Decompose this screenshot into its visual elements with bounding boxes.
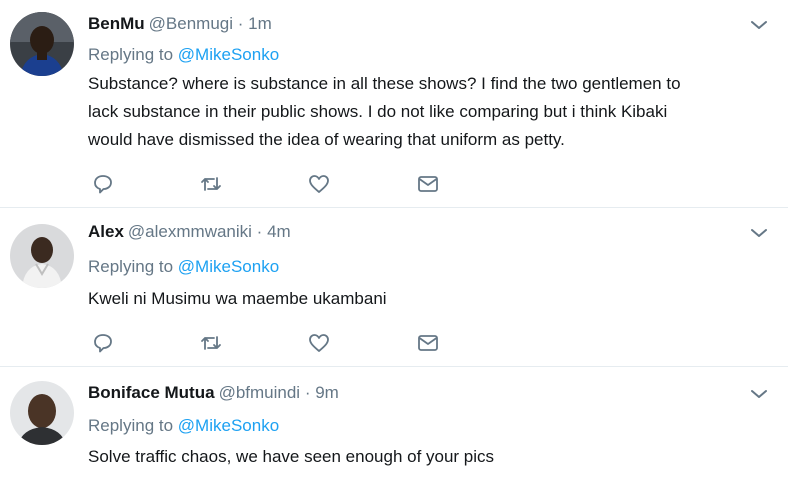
- tweet-text: Substance? where is substance in all the…: [88, 70, 768, 154]
- replying-label: Replying to: [88, 257, 174, 276]
- tweet-text-line: Solve traffic chaos, we have seen enough…: [88, 447, 495, 466]
- chevron-down-icon[interactable]: [750, 387, 768, 399]
- replying-label: Replying to: [88, 416, 174, 435]
- chevron-down-icon[interactable]: [750, 18, 768, 30]
- tweet[interactable]: Alex @alexmmwaniki · 4m Replying to @Mike…: [0, 208, 788, 367]
- tweet-text-line: Kweli ni Musimu wa maembe ukambani: [88, 289, 387, 308]
- tweet-text: Solve traffic chaos, we have seen enough…: [88, 443, 768, 471]
- replying-to: Replying to @MikeSonko: [88, 44, 279, 66]
- avatar[interactable]: [10, 381, 74, 445]
- reply-icon[interactable]: [91, 331, 115, 355]
- timestamp[interactable]: 9m: [315, 383, 339, 402]
- separator: ·: [237, 14, 244, 33]
- reply-icon[interactable]: [91, 172, 115, 196]
- user-handle[interactable]: @alexmmwaniki: [128, 222, 252, 241]
- like-icon[interactable]: [307, 331, 331, 355]
- display-name[interactable]: Boniface Mutua: [88, 383, 215, 402]
- tweet-text-line: would have dismissed the idea of wearing…: [88, 130, 565, 149]
- tweet[interactable]: Boniface Mutua @bfmuindi · 9m Replying to…: [0, 367, 788, 485]
- replying-to: Replying to @MikeSonko: [88, 415, 279, 437]
- mention-link[interactable]: @MikeSonko: [178, 45, 279, 64]
- separator: ·: [256, 222, 263, 241]
- tweet-header: BenMu @Benmugi · 1m: [88, 13, 272, 35]
- chevron-down-icon[interactable]: [750, 226, 768, 238]
- tweet[interactable]: BenMu @Benmugi · 1m Replying to @MikeSonk…: [0, 0, 788, 208]
- timestamp[interactable]: 4m: [267, 222, 291, 241]
- tweet-actions: [88, 331, 448, 355]
- retweet-icon[interactable]: [199, 331, 223, 355]
- retweet-icon[interactable]: [199, 172, 223, 196]
- avatar[interactable]: [10, 12, 74, 76]
- replying-label: Replying to: [88, 45, 174, 64]
- timestamp[interactable]: 1m: [248, 14, 272, 33]
- like-icon[interactable]: [307, 172, 331, 196]
- display-name[interactable]: BenMu: [88, 14, 145, 33]
- message-icon[interactable]: [416, 172, 440, 196]
- tweet-header: Alex @alexmmwaniki · 4m: [88, 221, 291, 243]
- message-icon[interactable]: [416, 331, 440, 355]
- user-handle[interactable]: @Benmugi: [149, 14, 233, 33]
- tweet-text: Kweli ni Musimu wa maembe ukambani: [88, 285, 768, 313]
- user-handle[interactable]: @bfmuindi: [219, 383, 301, 402]
- tweet-text-line: lack substance in their public shows. I …: [88, 102, 668, 121]
- separator: ·: [304, 383, 311, 402]
- mention-link[interactable]: @MikeSonko: [178, 257, 279, 276]
- tweet-text-line: Substance? where is substance in all the…: [88, 74, 681, 93]
- tweet-header: Boniface Mutua @bfmuindi · 9m: [88, 382, 339, 404]
- replying-to: Replying to @MikeSonko: [88, 256, 279, 278]
- tweet-actions: [88, 172, 448, 196]
- display-name[interactable]: Alex: [88, 222, 124, 241]
- mention-link[interactable]: @MikeSonko: [178, 416, 279, 435]
- avatar[interactable]: [10, 224, 74, 288]
